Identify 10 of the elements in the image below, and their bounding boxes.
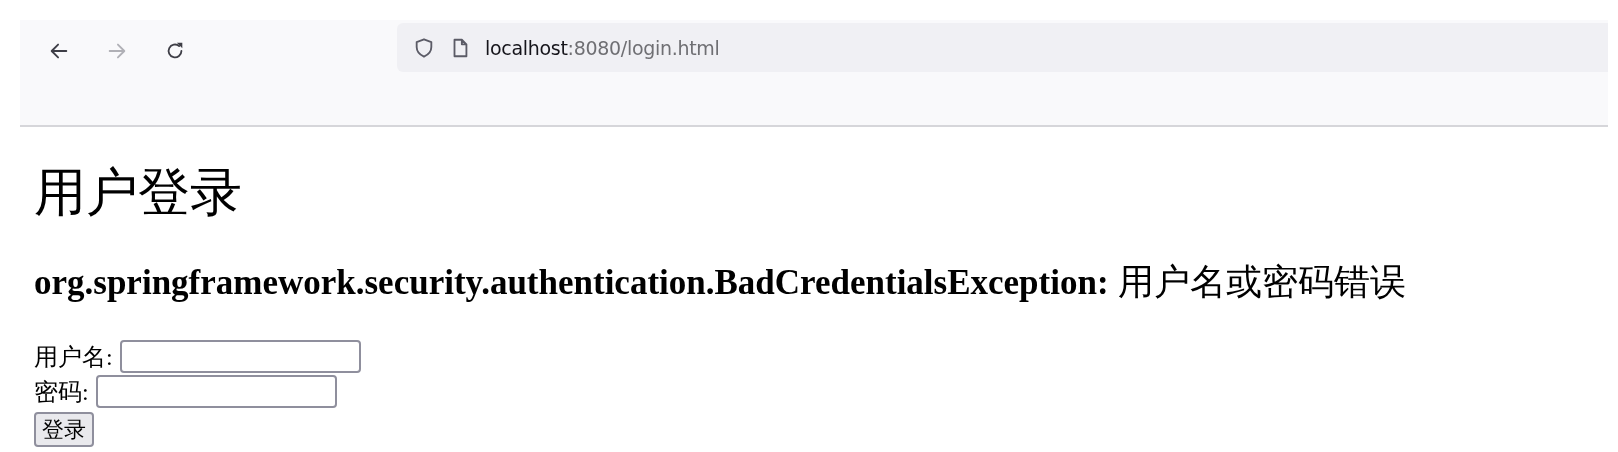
error-message: org.springframework.security.authentication.BadCredentialsException: 用户名或密码错误 [34,261,1407,304]
shield-icon [413,36,435,59]
field-label: 用户名: [34,342,113,372]
address-bar[interactable]: localhost:8080/login.html [397,23,1608,72]
url-text: localhost:8080/login.html [485,36,720,59]
page-heading: 用户登录 [34,163,243,223]
input-field[interactable] [119,340,361,373]
login-button[interactable]: 登录 [34,412,94,447]
input-field[interactable] [95,375,337,408]
field-label: 密码: [34,377,89,407]
